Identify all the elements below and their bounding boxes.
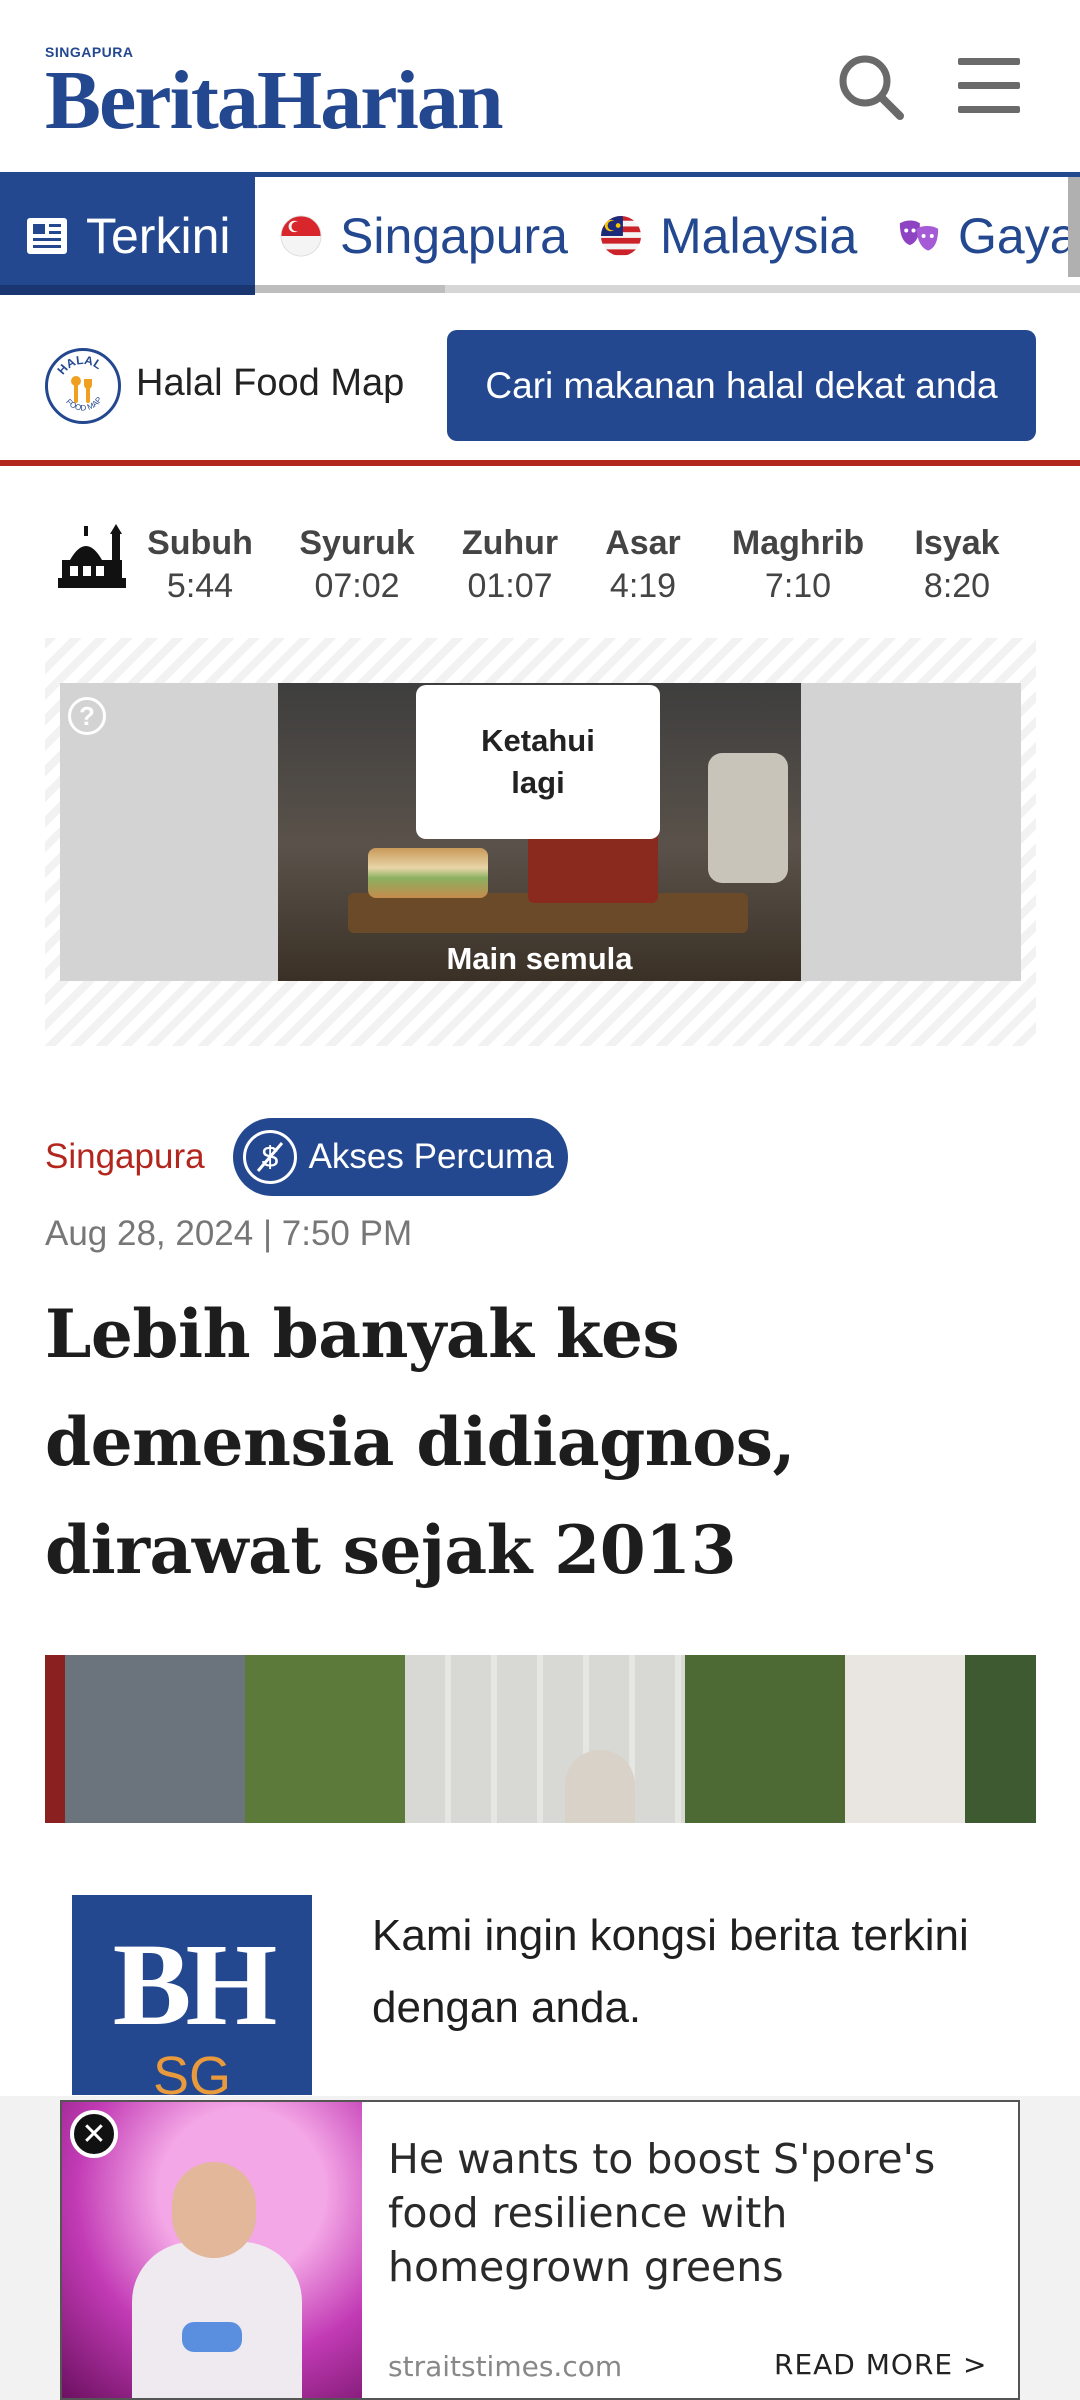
prayer-name: Zuhur <box>461 524 559 562</box>
prayer-time: 5:44 <box>166 567 234 605</box>
prayer-subuh: Subuh 5:44 <box>144 524 256 606</box>
ad-source: straitstimes.com <box>388 2350 623 2383</box>
find-halal-food-button[interactable]: Cari makanan halal dekat anda <box>447 330 1036 441</box>
prayer-time: 07:02 <box>314 567 400 605</box>
newspaper-icon <box>26 215 68 257</box>
tab-label: Malaysia <box>660 208 858 264</box>
prayer-time: 8:20 <box>923 567 991 605</box>
nav-track-thumb <box>255 285 445 293</box>
prayer-time: 01:07 <box>467 567 553 605</box>
video-ad[interactable]: ? Ketahui lagi Main semula <box>60 683 1021 981</box>
theatre-masks-icon <box>898 215 940 257</box>
halal-food-map-bar: HALAL FOOD MAP Halal Food Map Cari makan… <box>0 300 1080 466</box>
site-header: SINGAPURA BeritaHarian <box>0 0 1080 172</box>
nav-scroll-edge <box>1068 177 1080 277</box>
prayer-time: 7:10 <box>764 567 832 605</box>
bh-sg-logo: BH SG <box>72 1895 312 2095</box>
site-logo[interactable]: SINGAPURA BeritaHarian <box>45 44 504 147</box>
prayer-name: Asar <box>605 524 681 562</box>
learn-more-button[interactable]: Ketahui lagi <box>416 685 660 839</box>
article-hero-image[interactable] <box>45 1655 1036 1823</box>
svg-text:FOOD MAP: FOOD MAP <box>64 395 104 412</box>
malaysia-flag-icon <box>600 215 642 257</box>
replay-button[interactable]: Main semula <box>278 941 801 977</box>
prayer-name: Syuruk <box>299 524 415 562</box>
tab-label: Gaya <box>958 208 1078 264</box>
halal-food-map-logo-icon: HALAL FOOD MAP <box>45 348 121 424</box>
article-title: Lebih banyak kes demensia didiagnos, dir… <box>45 1295 795 1589</box>
prayer-times: Subuh 5:44 Syuruk 07:02 Zuhur 01:07 Asar… <box>0 506 1080 616</box>
prayer-isyak: Isyak 8:20 <box>904 524 1010 606</box>
prayer-maghrib: Maghrib 7:10 <box>725 524 871 606</box>
ad-headline[interactable]: He wants to boost S'pore's food resilien… <box>388 2132 1008 2294</box>
singapore-flag-icon <box>280 215 322 257</box>
promo-message: Kami ingin kongsi berita terkini dengan … <box>372 1911 969 2032</box>
prayer-syuruk: Syuruk 07:02 <box>293 524 421 606</box>
prayer-zuhur: Zuhur 01:07 <box>456 524 564 606</box>
free-access-badge: $ Akses Percuma <box>232 1118 568 1196</box>
tab-malaysia[interactable]: Malaysia <box>600 177 857 295</box>
svg-text:HALAL: HALAL <box>54 353 104 377</box>
prayer-asar: Asar 4:19 <box>598 524 688 606</box>
logo-bh-text: BH <box>112 1919 278 2050</box>
prayer-name: Subuh <box>147 524 253 562</box>
dollar-slash-icon: $ <box>242 1130 297 1184</box>
prayer-time: 4:19 <box>609 567 677 605</box>
prayer-name: Isyak <box>914 524 1000 562</box>
halal-food-map-label[interactable]: Halal Food Map <box>136 362 404 405</box>
ad-container: ? Ketahui lagi Main semula <box>45 638 1036 1046</box>
search-icon[interactable] <box>836 52 908 124</box>
logo-sg-text: SG <box>152 2046 232 2095</box>
logo-main-text: BeritaHarian <box>45 54 504 147</box>
read-more-link[interactable]: READ MORE > <box>774 2348 987 2381</box>
tab-singapura[interactable]: Singapura <box>280 177 568 295</box>
tab-gaya[interactable]: Gaya <box>898 177 1078 295</box>
active-tab-indicator <box>0 285 255 295</box>
tab-label: Terkini <box>86 208 231 264</box>
ad-help-icon[interactable]: ? <box>68 697 106 735</box>
category-nav: Terkini Singapura Malaysia Gaya <box>0 177 1080 295</box>
free-access-label: Akses Percuma <box>308 1137 554 1176</box>
article-meta: Singapura $ Akses Percuma <box>45 1118 568 1196</box>
tab-terkini[interactable]: Terkini <box>0 177 255 295</box>
ad-video-frame[interactable]: Ketahui lagi Main semula <box>278 683 801 981</box>
tab-label: Singapura <box>340 208 568 264</box>
hamburger-menu-icon[interactable] <box>958 58 1020 114</box>
mosque-icon <box>56 520 128 592</box>
section-link[interactable]: Singapura <box>45 1137 205 1177</box>
prayer-name: Maghrib <box>731 524 865 562</box>
article-date: Aug 28, 2024 | 7:50 PM <box>45 1214 413 1253</box>
bottom-banner-ad[interactable]: ✕ He wants to boost S'pore's food resili… <box>60 2100 1020 2400</box>
close-icon[interactable]: ✕ <box>70 2110 118 2158</box>
